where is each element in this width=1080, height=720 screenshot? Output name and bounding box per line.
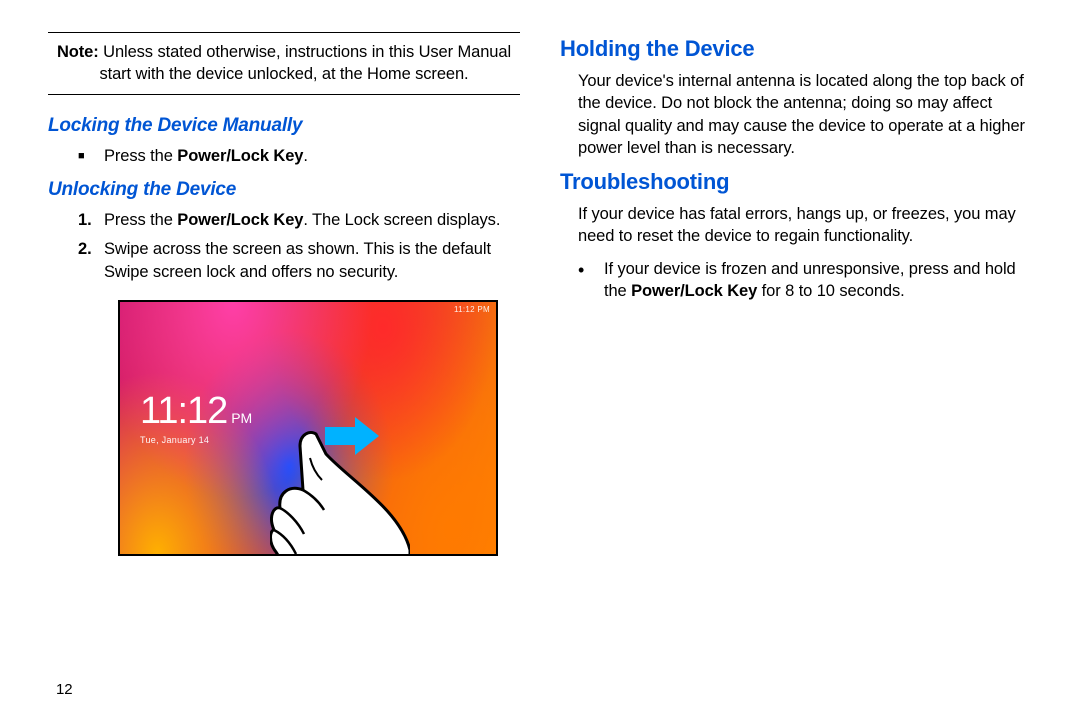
list-item: 1. Press the Power/Lock Key. The Lock sc… (78, 209, 520, 232)
troubleshooting-intro: If your device has fatal errors, hangs u… (578, 203, 1032, 248)
left-column: Note: Unless stated otherwise, instructi… (48, 32, 520, 700)
bullet-text: If your device is frozen and unresponsiv… (604, 258, 1032, 304)
status-bar-time: 11:12 PM (454, 305, 490, 314)
clock-date: Tue, January 14 (140, 435, 252, 445)
square-bullet-icon: ■ (78, 145, 104, 168)
note-box: Note: Unless stated otherwise, instructi… (48, 32, 520, 95)
page-number: 12 (56, 681, 73, 698)
heading-locking-device: Locking the Device Manually (48, 115, 520, 137)
right-column: Holding the Device Your device's interna… (560, 32, 1032, 700)
locking-steps: ■ Press the Power/Lock Key. (78, 145, 520, 168)
clock-time: 11:12 (140, 390, 227, 432)
holding-text: Your device's internal antenna is locate… (578, 70, 1032, 159)
hand-illustration (270, 430, 410, 556)
note-label: Note: (57, 43, 99, 61)
heading-holding-device: Holding the Device (560, 36, 1032, 62)
step-number: 1. (78, 209, 104, 232)
note-text: Unless stated otherwise, instructions in… (99, 43, 511, 83)
step-number: 2. (78, 238, 104, 284)
troubleshooting-list: • If your device is frozen and unrespons… (578, 258, 1032, 304)
lockscreen-clock: 11:12PM Tue, January 14 (140, 390, 252, 445)
step-text: Swipe across the screen as shown. This i… (104, 238, 520, 284)
heading-troubleshooting: Troubleshooting (560, 169, 1032, 195)
list-item: ■ Press the Power/Lock Key. (78, 145, 520, 168)
clock-ampm: PM (231, 410, 252, 426)
lockscreen-figure: 11:12 PM 11:12PM Tue, January 14 (118, 300, 498, 556)
list-item: 2. Swipe across the screen as shown. Thi… (78, 238, 520, 284)
step-text: Press the Power/Lock Key. The Lock scree… (104, 209, 520, 232)
step-text: Press the Power/Lock Key. (104, 145, 520, 168)
unlocking-steps: 1. Press the Power/Lock Key. The Lock sc… (78, 209, 520, 283)
bullet-icon: • (578, 258, 604, 304)
list-item: • If your device is frozen and unrespons… (578, 258, 1032, 304)
manual-page: Note: Unless stated otherwise, instructi… (0, 0, 1080, 720)
heading-unlocking-device: Unlocking the Device (48, 179, 520, 201)
